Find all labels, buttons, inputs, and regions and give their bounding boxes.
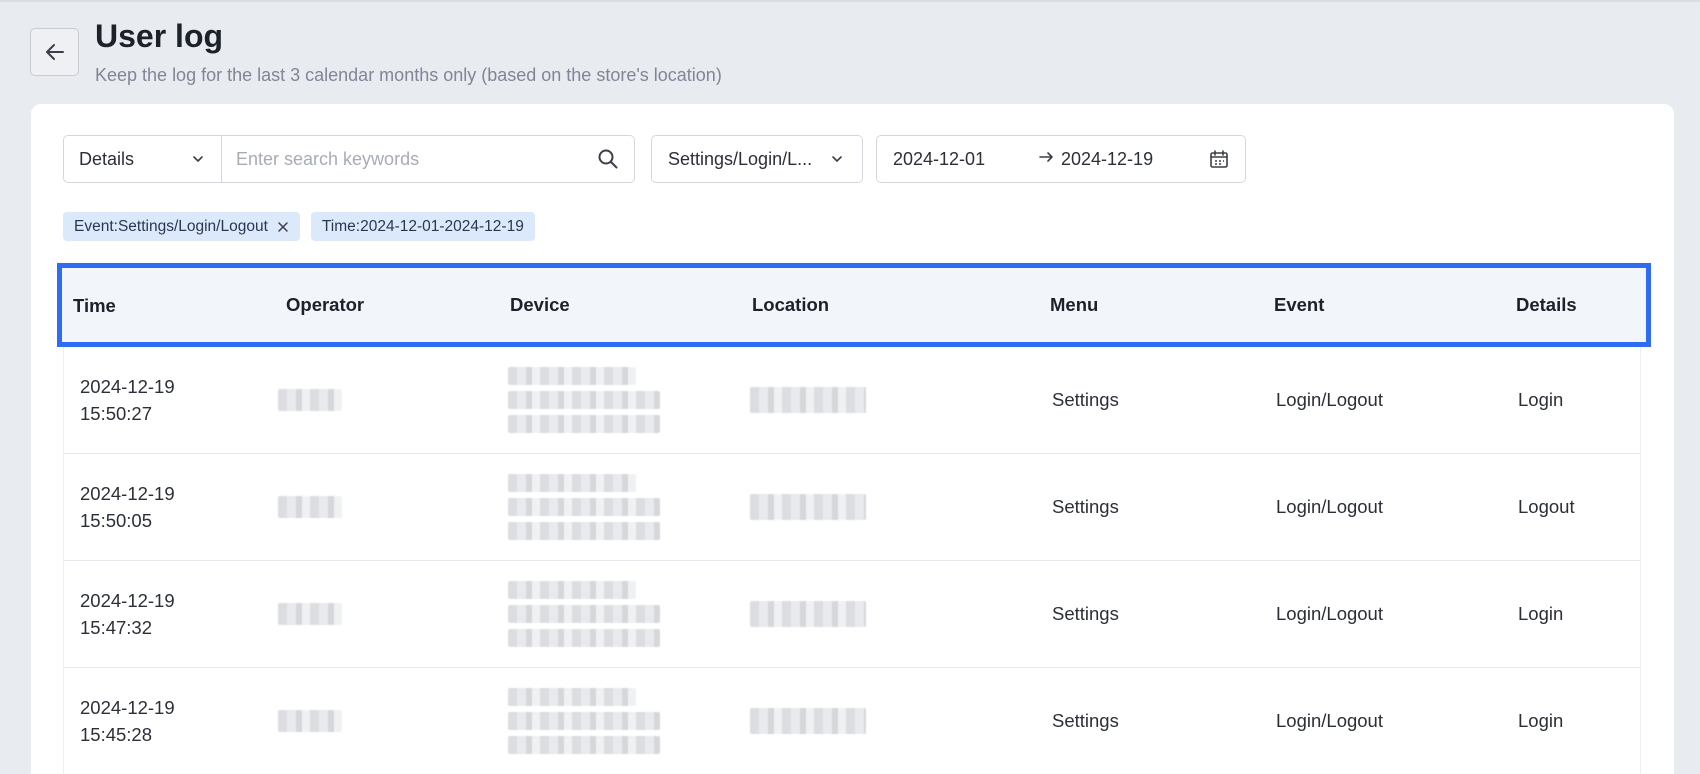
top-divider [0, 0, 1700, 2]
filter-tag-label: Event:Settings/Login/Logout [74, 217, 268, 235]
column-header-details: Details [1516, 294, 1577, 315]
cell-location-redacted [750, 387, 1050, 413]
cell-event: Login/Logout [1276, 496, 1383, 517]
cell-date: 2024-12-19 [80, 590, 175, 611]
cell-location-redacted [750, 494, 1050, 520]
table-row[interactable]: 2024-12-19 15:50:27 Settings Login/Logou… [63, 347, 1641, 454]
cell-menu: Settings [1052, 603, 1119, 624]
redacted-block [508, 688, 754, 754]
redacted-block [508, 474, 754, 540]
column-header-location: Location [752, 294, 830, 315]
log-card: Details Settings/Login/L... 2024-12-01 [31, 104, 1674, 774]
cell-menu: Settings [1052, 710, 1119, 731]
cell-clock: 15:50:05 [80, 510, 153, 531]
event-filter-label: Settings/Login/L... [668, 148, 813, 169]
cell-clock: 15:50:27 [80, 403, 153, 424]
column-header-operator: Operator [286, 294, 365, 315]
search-icon [598, 149, 618, 169]
filter-tag-label: Time:2024-12-01-2024-12-19 [321, 217, 524, 235]
chevron-down-icon [193, 156, 203, 162]
cell-location-redacted [750, 601, 1050, 627]
cell-date: 2024-12-19 [80, 483, 175, 504]
date-start-input[interactable]: 2024-12-01 [893, 149, 1033, 170]
table-row[interactable]: 2024-12-19 15:47:32 Settings Login/Logou… [63, 561, 1641, 668]
cell-location-redacted [750, 708, 1050, 734]
close-icon[interactable] [277, 221, 289, 233]
cell-details: Login [1518, 389, 1564, 410]
cell-operator-redacted [278, 389, 512, 411]
cell-time: 2024-12-19 15:45:28 [64, 694, 288, 748]
cell-details: Logout [1518, 496, 1575, 517]
active-filter-tags: Event:Settings/Login/Logout Time:2024-12… [63, 212, 535, 241]
redacted-block [750, 708, 866, 734]
redacted-block [508, 367, 754, 433]
cell-event: Login/Logout [1276, 389, 1383, 410]
date-end-input[interactable]: 2024-12-19 [1061, 149, 1201, 170]
back-arrow-icon [45, 44, 64, 60]
arrow-right-icon [1033, 150, 1061, 168]
filter-tag-time: Time:2024-12-01-2024-12-19 [310, 212, 535, 241]
cell-details: Login [1518, 603, 1564, 624]
cell-operator-redacted [278, 496, 512, 518]
redacted-block [278, 710, 342, 732]
back-button[interactable] [30, 28, 79, 76]
column-header-event: Event [1274, 294, 1325, 315]
date-range-picker: 2024-12-01 2024-12-19 [876, 135, 1246, 183]
cell-device-redacted [508, 474, 754, 540]
column-header-time: Time [73, 294, 116, 316]
filter-bar: Details Settings/Login/L... 2024-12-01 [63, 135, 1246, 183]
cell-event: Login/Logout [1276, 710, 1383, 731]
cell-time: 2024-12-19 15:50:05 [64, 480, 288, 534]
cell-operator-redacted [278, 710, 512, 732]
cell-menu: Settings [1052, 389, 1119, 410]
cell-clock: 15:47:32 [80, 617, 153, 638]
log-table: Time Operator Device Location Menu Event… [57, 263, 1651, 774]
redacted-block [750, 601, 866, 627]
redacted-block [278, 496, 342, 518]
search-type-select[interactable]: Details [64, 136, 222, 182]
table-row[interactable]: 2024-12-19 15:50:05 Settings Login/Logou… [63, 454, 1641, 561]
page-title: User log [95, 18, 224, 54]
column-header-menu: Menu [1050, 294, 1099, 315]
cell-device-redacted [508, 581, 754, 647]
cell-time: 2024-12-19 15:47:32 [64, 587, 288, 641]
redacted-block [750, 494, 866, 520]
calendar-icon[interactable] [1209, 149, 1229, 169]
cell-clock: 15:45:28 [80, 724, 153, 745]
search-input[interactable] [222, 136, 582, 182]
redacted-block [750, 387, 866, 413]
table-row[interactable]: 2024-12-19 15:45:28 Settings Login/Logou… [63, 668, 1641, 774]
redacted-block [278, 389, 342, 411]
column-header-device: Device [510, 294, 570, 315]
redacted-block [278, 603, 342, 625]
cell-event: Login/Logout [1276, 603, 1383, 624]
cell-date: 2024-12-19 [80, 697, 175, 718]
table-header: Time Operator Device Location Menu Event… [57, 263, 1651, 347]
search-button[interactable] [582, 136, 634, 182]
cell-menu: Settings [1052, 496, 1119, 517]
cell-date: 2024-12-19 [80, 376, 175, 397]
event-filter-select[interactable]: Settings/Login/L... [651, 135, 863, 183]
search-type-label: Details [79, 148, 135, 169]
cell-details: Login [1518, 710, 1564, 731]
cell-time: 2024-12-19 15:50:27 [64, 373, 288, 427]
cell-device-redacted [508, 367, 754, 433]
chevron-down-icon [832, 156, 842, 162]
page-subtitle: Keep the log for the last 3 calendar mon… [95, 65, 722, 85]
search-group: Details [63, 135, 635, 183]
redacted-block [508, 581, 754, 647]
cell-device-redacted [508, 688, 754, 754]
cell-operator-redacted [278, 603, 512, 625]
filter-tag-event: Event:Settings/Login/Logout [63, 212, 300, 241]
